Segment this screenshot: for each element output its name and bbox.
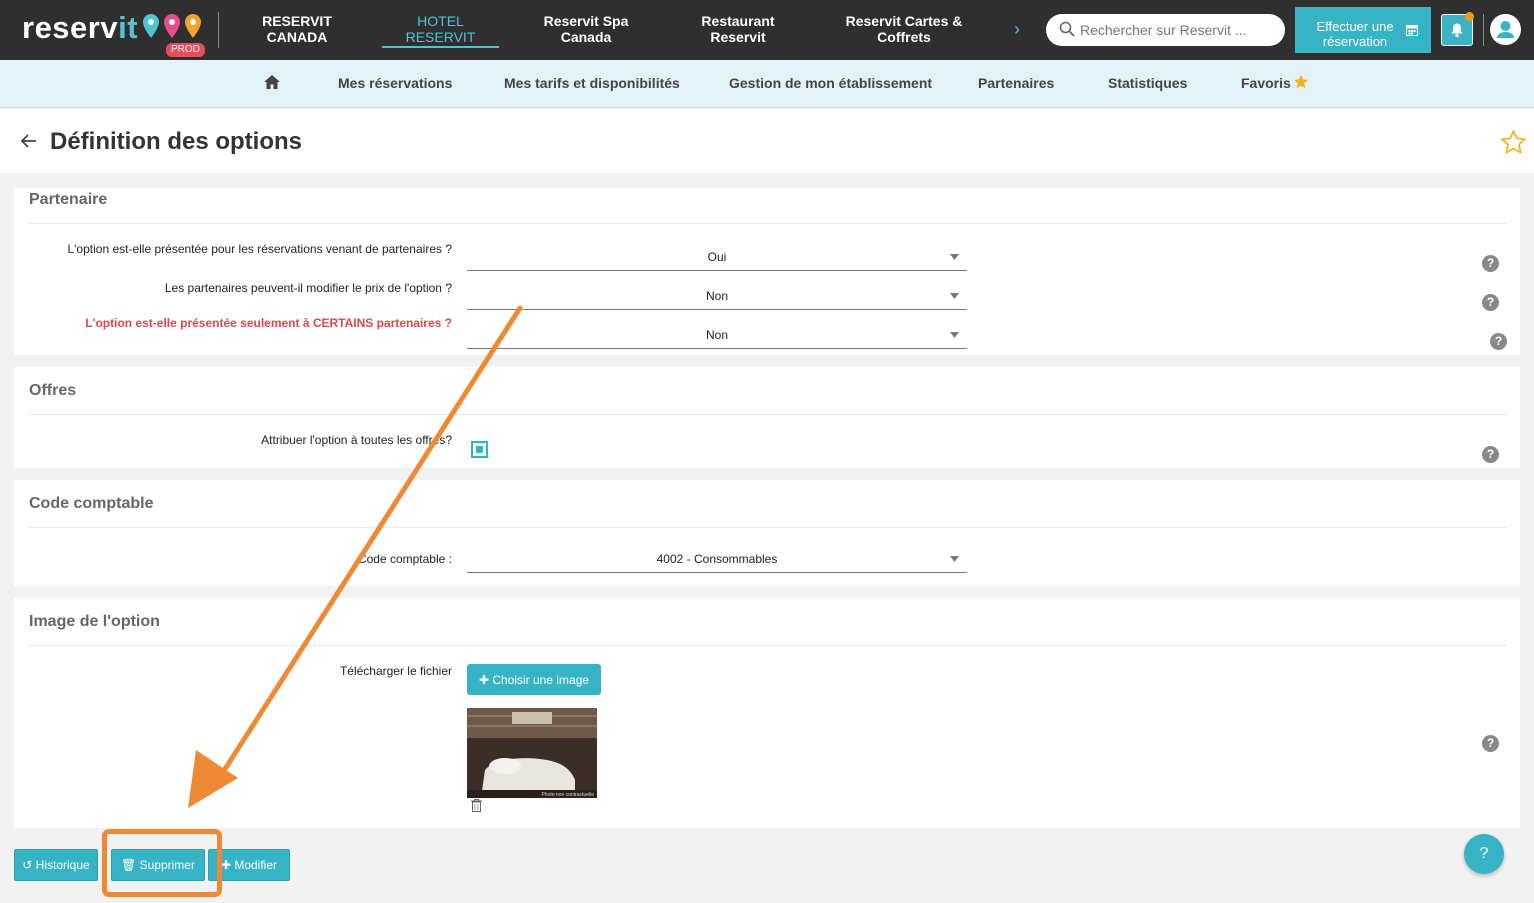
option-image-thumbnail: Photo non contractuelle [467, 708, 597, 798]
user-icon [1496, 21, 1515, 38]
topnav-hotel-reservit[interactable]: HOTEL RESERVIT [382, 13, 499, 45]
all-offers-checkbox[interactable] [471, 441, 488, 458]
annotation-highlight-box [102, 829, 222, 897]
home-icon[interactable] [263, 74, 281, 90]
partner-edit-price-select[interactable]: Non [467, 288, 967, 310]
calendar-icon [1406, 25, 1418, 36]
subnav-favoris[interactable]: Favoris [1241, 75, 1291, 91]
section-title-partenaire: Partenaire [29, 191, 108, 208]
env-badge: PROD [166, 43, 205, 57]
topnav-restaurant[interactable]: Restaurant Reservit [696, 13, 780, 45]
page-title: Définition des options [50, 128, 302, 155]
code-comptable-select[interactable]: 4002 - Consommables [467, 551, 967, 573]
caret-down-icon [950, 254, 959, 260]
arrow-left-icon[interactable] [20, 133, 37, 149]
divider [28, 223, 1506, 224]
reservit-logo[interactable]: reservit [22, 10, 138, 46]
topnav-reservit-canada[interactable]: RESERVIT CANADA [258, 13, 336, 45]
active-tab-indicator [382, 46, 499, 48]
certain-partners-label: L'option est-elle présentée seulement à … [85, 316, 452, 330]
section-title-image: Image de l'option [29, 613, 160, 630]
help-icon[interactable]: ? [1490, 333, 1507, 350]
help-icon[interactable]: ? [1482, 446, 1499, 463]
choose-image-button[interactable]: ✚ Choisir une image [467, 664, 601, 695]
subnav-mes-reservations[interactable]: Mes réservations [338, 75, 452, 91]
logo-pins-icon [143, 14, 201, 38]
floating-help-button[interactable]: ? [1464, 834, 1504, 874]
notification-dot [1465, 12, 1474, 21]
bell-icon [1451, 23, 1463, 38]
divider [218, 12, 219, 48]
trash-icon[interactable] [471, 799, 482, 812]
partner-presented-label: L'option est-elle présentée pour les rés… [67, 242, 452, 256]
section-title-offres: Offres [29, 382, 77, 399]
favorite-star-icon[interactable] [1500, 129, 1527, 156]
star-icon [1293, 74, 1309, 89]
partner-edit-price-label: Les partenaires peuvent-il modifier le p… [164, 281, 452, 295]
topnav-cartes-coffrets[interactable]: Reservit Cartes & Coffrets [842, 13, 966, 45]
partner-presented-select[interactable]: Oui [467, 249, 967, 271]
search-icon [1059, 21, 1075, 37]
upload-file-label: Télécharger le fichier [339, 664, 452, 678]
divider [28, 645, 1506, 646]
subnav-tarifs-disponibilites[interactable]: Mes tarifs et disponibilités [504, 75, 680, 91]
certain-partners-select[interactable]: Non [467, 327, 967, 349]
caret-down-icon [950, 293, 959, 299]
section-title-code: Code comptable [29, 495, 154, 512]
help-icon[interactable]: ? [1482, 735, 1499, 752]
subnav-gestion-etablissement[interactable]: Gestion de mon établissement [729, 75, 932, 91]
caret-down-icon [950, 556, 959, 562]
help-icon[interactable]: ? [1482, 294, 1499, 311]
thumbnail-caption: Photo non contractuelle [541, 792, 594, 798]
divider [28, 527, 1506, 528]
user-avatar[interactable] [1490, 14, 1521, 45]
subnav-partenaires[interactable]: Partenaires [978, 75, 1054, 91]
section-offres [14, 367, 1520, 468]
divider [1483, 14, 1484, 46]
search-input[interactable] [1046, 14, 1285, 46]
code-comptable-label: Code comptable : [357, 552, 452, 566]
historique-button[interactable]: ↺ Historique [14, 849, 98, 881]
all-offers-label: Attribuer l'option à toutes les offres? [261, 433, 452, 447]
chevron-right-icon[interactable]: › [1014, 19, 1020, 40]
subnav-statistiques[interactable]: Statistiques [1108, 75, 1187, 91]
section-image [14, 598, 1520, 828]
help-icon[interactable]: ? [1482, 255, 1499, 272]
divider [28, 414, 1506, 415]
topnav-reservit-spa[interactable]: Reservit Spa Canada [538, 13, 634, 45]
checkbox-mark [476, 446, 483, 453]
caret-down-icon [950, 332, 959, 338]
